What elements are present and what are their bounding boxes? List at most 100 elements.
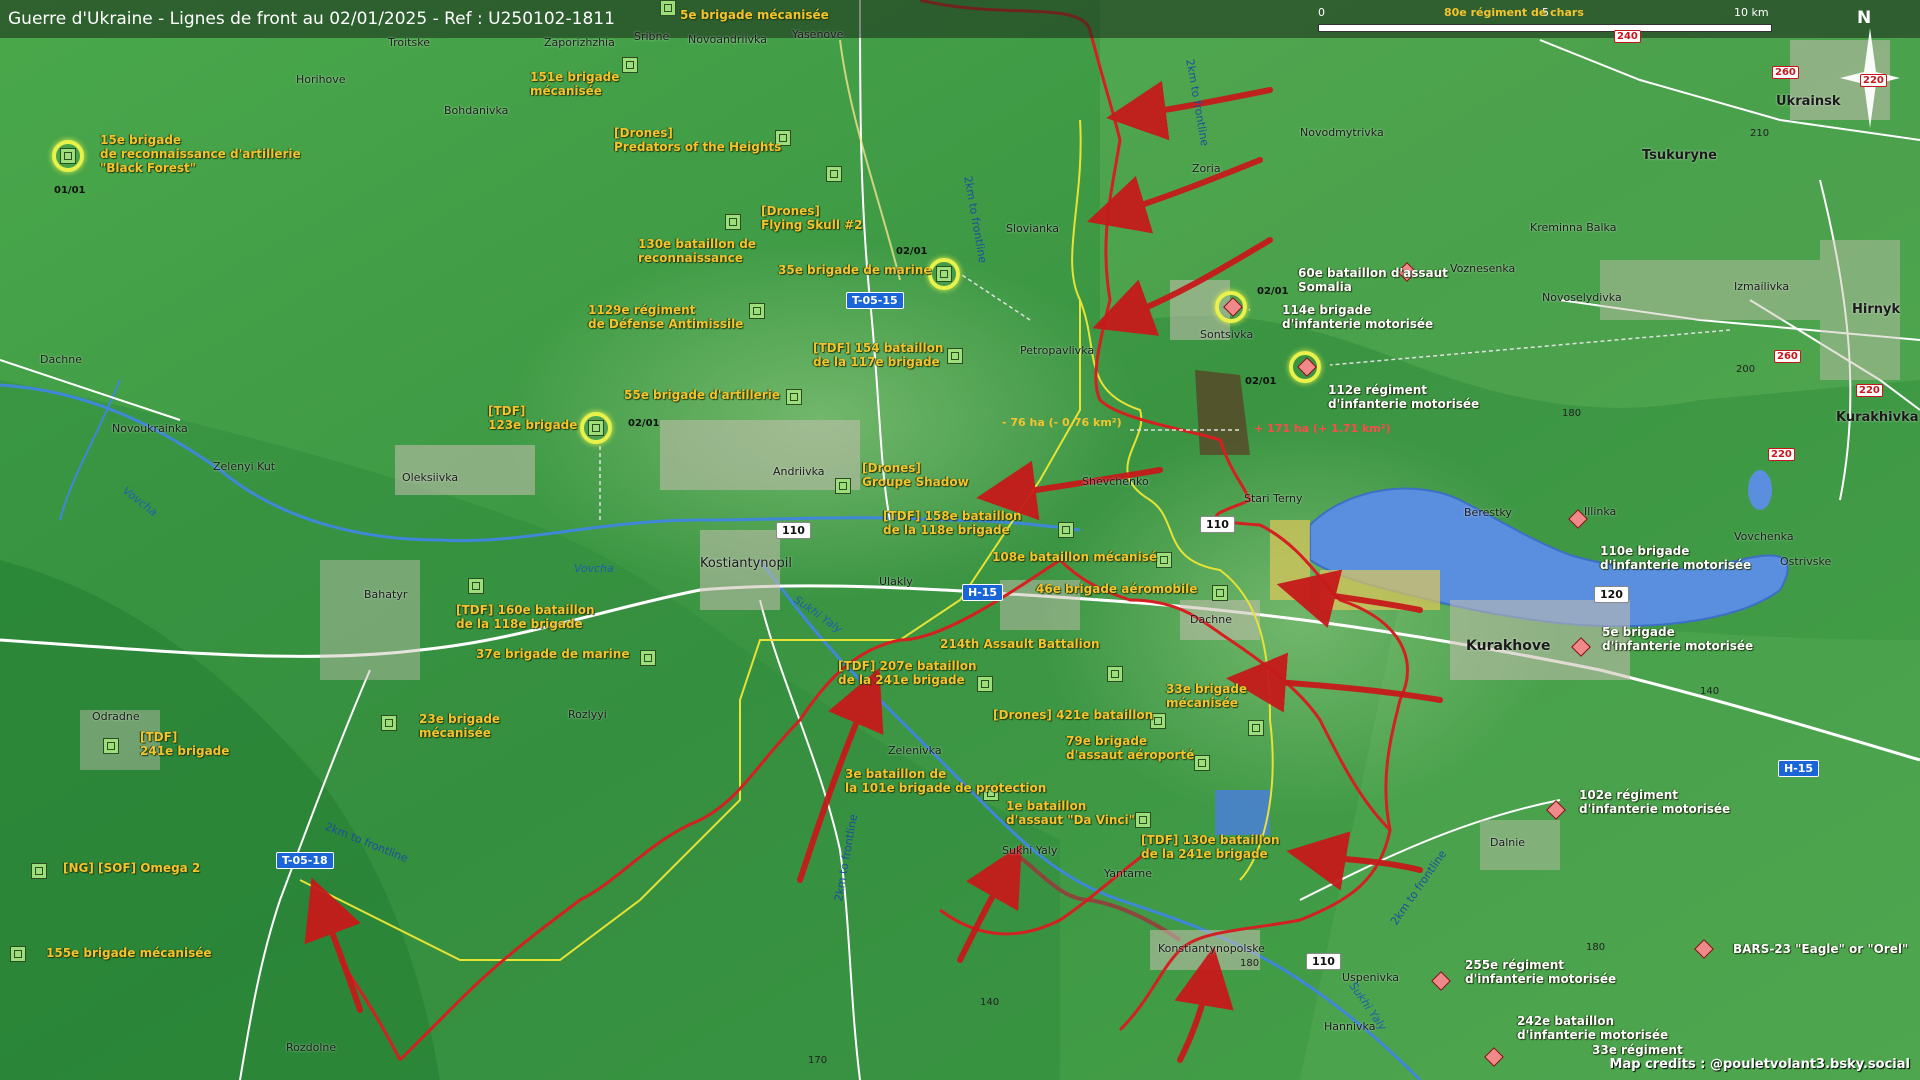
elevation-label: 140 (980, 997, 1000, 1008)
ua-unit-icon[interactable] (622, 57, 638, 73)
ua-unit-icon[interactable] (936, 266, 952, 282)
route-number: 220 (1768, 448, 1795, 461)
city-label: Ukrainsk (1776, 94, 1841, 109)
ua-unit-icon[interactable] (835, 478, 851, 494)
ua-unit-icon[interactable] (660, 0, 676, 16)
road-shield: H-15 (1778, 760, 1820, 777)
area-lost-label: - 76 ha (- 0.76 km²) (1002, 416, 1122, 429)
ua-unit-label: 5e brigade mécanisée (680, 8, 829, 22)
town-label: Sontsivka (1200, 328, 1254, 341)
ua-unit-label: [Drones] Groupe Shadow (862, 461, 969, 489)
town-label: Kostiantynopil (700, 556, 792, 571)
ua-unit-label: 151e brigade mécanisée (530, 70, 620, 98)
town-label: Yasenove (792, 28, 844, 41)
ua-unit-label: 108e bataillon mécanisé (992, 550, 1157, 564)
ua-unit-icon[interactable] (10, 946, 26, 962)
ua-unit-label: [TDF] 158e bataillon de la 118e brigade (883, 509, 1022, 537)
scale-bar-fill (1318, 24, 1772, 32)
ua-unit-label: [TDF] 130e bataillon de la 241e brigade (1141, 833, 1280, 861)
ua-unit-icon[interactable] (588, 420, 604, 436)
ua-unit-icon[interactable] (640, 650, 656, 666)
date-tag: 02/01 (1257, 286, 1289, 297)
map-credits: Map credits : @pouletvolant3.bsky.social (1609, 1057, 1910, 1072)
ua-unit-label: [TDF] 241e brigade (140, 730, 230, 758)
ua-unit-icon[interactable] (826, 166, 842, 182)
town-label: Bohdanivka (444, 104, 509, 117)
ua-unit-label: 79e brigade d'assaut aéroporté (1066, 734, 1195, 762)
ua-unit-icon[interactable] (103, 738, 119, 754)
ua-unit-label: 3e bataillon de la 101e brigade de protec… (845, 767, 1047, 795)
ua-unit-icon[interactable] (31, 863, 47, 879)
ru-unit-label: 112e régiment d'infanterie motorisée (1328, 383, 1480, 411)
ua-unit-icon[interactable] (1107, 666, 1123, 682)
scale-tick-10: 10 km (1734, 6, 1769, 19)
ua-unit-label: [TDF] 207e bataillon de la 241e brigade (838, 659, 977, 687)
ua-unit-icon[interactable] (725, 214, 741, 230)
town-label: Horihove (296, 73, 346, 86)
ru-unit-label: 255e régiment d'infanterie motorisée (1465, 958, 1617, 986)
town-label: Novoandriivka (688, 33, 767, 46)
front-map[interactable]: Guerre d'Ukraine - Lignes de front au 02… (0, 0, 1920, 1080)
route-number: 240 (1614, 30, 1641, 43)
town-label: Odradne (92, 710, 140, 723)
ua-unit-label: 15e brigade de reconnaissance d'artilleri… (100, 133, 301, 175)
ua-unit-icon[interactable] (60, 148, 76, 164)
ua-unit-label: 33e brigade mécanisée (1166, 682, 1248, 710)
scale-tick-0: 0 (1318, 6, 1325, 19)
ua-unit-label: [TDF] 160e bataillon de la 118e brigade (456, 603, 595, 631)
ua-unit-icon[interactable] (786, 389, 802, 405)
ua-unit-label: 130e bataillon de reconnaissance (638, 237, 756, 265)
ua-unit-icon[interactable] (1194, 755, 1210, 771)
town-label: Andriivka (773, 465, 825, 478)
ua-unit-label: 35e brigade de marine (778, 263, 932, 277)
city-label: Tsukuryne (1642, 148, 1717, 163)
town-label: Rozdolne (286, 1041, 337, 1054)
ua-unit-label: [Drones] Flying Skull #2 (761, 204, 863, 232)
ua-unit-label: 37e brigade de marine (476, 647, 630, 661)
town-label: Shevchenko (1082, 475, 1149, 488)
road-shield: T-05-18 (276, 852, 334, 869)
date-tag: 02/01 (628, 418, 660, 429)
town-label: Ostrivske (1780, 555, 1832, 568)
ua-unit-icon[interactable] (947, 348, 963, 364)
city-label: Kurakhivka (1836, 410, 1919, 425)
date-tag: 01/01 (54, 185, 86, 196)
town-label: Izmailivka (1734, 280, 1790, 293)
ua-unit-icon[interactable] (381, 715, 397, 731)
ua-unit-icon[interactable] (1135, 812, 1151, 828)
town-label: Novodmytrivka (1300, 126, 1384, 139)
date-tag: 02/01 (896, 246, 928, 257)
ua-unit-icon[interactable] (977, 676, 993, 692)
ua-unit-label: 55e brigade d'artillerie (624, 388, 780, 402)
town-label: Zelenyi Kut (213, 460, 276, 473)
river-label: Vovcha (574, 562, 614, 575)
ua-unit-icon[interactable] (1058, 522, 1074, 538)
ua-unit-icon[interactable] (1156, 552, 1172, 568)
ua-unit-label: [TDF] 154 bataillon de la 117e brigade (813, 341, 944, 369)
ua-unit-icon[interactable] (749, 303, 765, 319)
ua-unit-label: 23e brigade mécanisée (419, 712, 501, 740)
compass-north-label: N (1857, 8, 1872, 28)
map-title: Guerre d'Ukraine - Lignes de front au 02… (8, 9, 615, 29)
ua-unit-icon[interactable] (1248, 720, 1264, 736)
town-label: Bahatyr (364, 588, 408, 601)
road-shield: T-05-15 (846, 292, 904, 309)
town-label: Yantarne (1104, 867, 1153, 880)
ua-unit-icon[interactable] (1212, 585, 1228, 601)
elevation-label: 210 (1750, 128, 1770, 139)
town-label: Konstiantynopolske (1158, 942, 1265, 955)
ua-unit-label: [TDF] 123e brigade (488, 404, 578, 432)
scale-overlay-unit: 80e régiment de chars (1444, 6, 1584, 19)
town-label: Petropavlivka (1020, 344, 1095, 357)
town-label: Sukhi Yaly (1002, 844, 1058, 857)
ua-unit-icon[interactable] (468, 578, 484, 594)
ru-unit-label: 110e brigade d'infanterie motorisée (1600, 544, 1752, 572)
town-label: Dachne (1190, 613, 1232, 626)
elevation-label: 170 (808, 1055, 828, 1066)
town-label: Novoukrainka (112, 422, 188, 435)
area-gained-label: + 171 ha (+ 1.71 km²) (1254, 422, 1391, 435)
town-label: Ulakly (879, 575, 913, 588)
route-number: 220 (1856, 384, 1883, 397)
date-tag: 02/01 (1245, 376, 1277, 387)
elevation-label: 200 (1736, 364, 1756, 375)
